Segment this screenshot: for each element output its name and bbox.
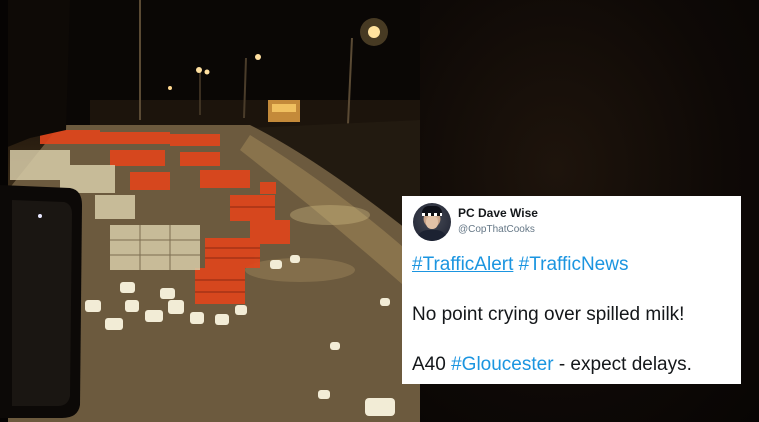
hashtag-gloucester[interactable]: #Gloucester	[451, 354, 553, 375]
avatar-face	[426, 216, 438, 229]
tweet-body-line: No point crying over spilled milk!	[412, 304, 685, 325]
spilled-milk-photo	[0, 0, 420, 422]
hashtag-traffic-news[interactable]: #TrafficNews	[519, 254, 629, 275]
delay-notice: - expect delays.	[558, 354, 692, 375]
tweet-location-line: A40 #Gloucester - expect delays.	[412, 354, 692, 376]
tweet-card: PC Dave Wise @CopThatCooks #TrafficAlert…	[402, 196, 741, 384]
user-handle[interactable]: @CopThatCooks	[458, 224, 535, 235]
road-name: A40	[412, 354, 446, 375]
hashtag-traffic-alert[interactable]: #TrafficAlert	[412, 254, 513, 275]
cap-band	[422, 213, 442, 216]
display-name[interactable]: PC Dave Wise	[458, 206, 538, 220]
tweet-hashtag-line: #TrafficAlert #TrafficNews	[412, 254, 628, 276]
avatar-shoulders	[416, 230, 448, 241]
avatar[interactable]	[413, 203, 451, 241]
